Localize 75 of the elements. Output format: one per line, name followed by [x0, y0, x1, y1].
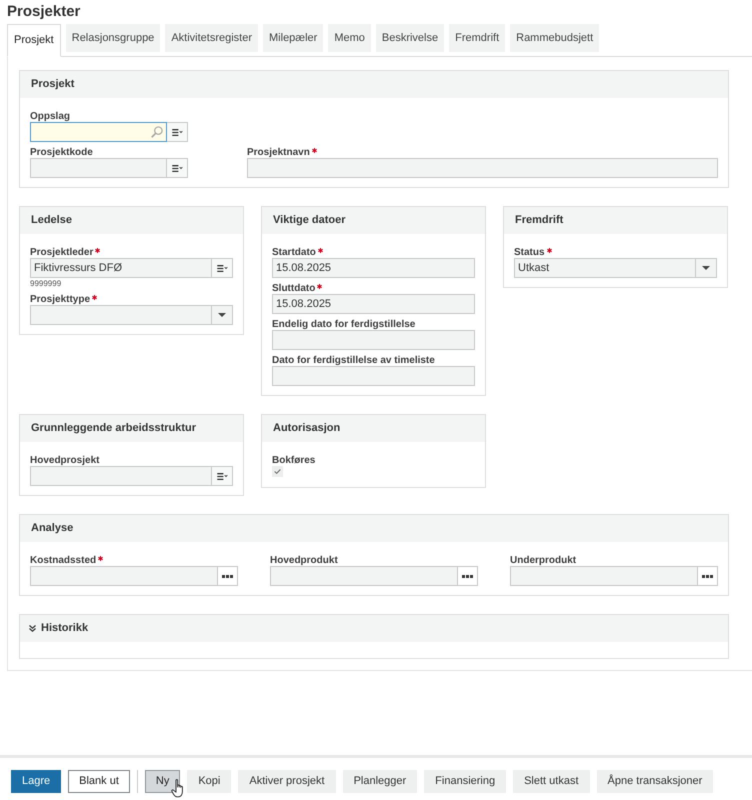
input-field[interactable] [510, 566, 698, 586]
list-button[interactable] [212, 466, 233, 486]
field-label: Underprodukt [510, 555, 576, 566]
field-label: Status [514, 247, 545, 258]
action-button[interactable]: Slett utkast [513, 770, 590, 793]
input-field[interactable] [30, 158, 167, 178]
field-label: Oppslag [30, 111, 70, 122]
tab[interactable]: Relasjonsgruppe [66, 24, 160, 52]
lookup-field[interactable] [30, 122, 167, 142]
action-button[interactable]: Åpne transaksjoner [596, 770, 714, 793]
input-field[interactable] [30, 466, 212, 486]
search-icon [151, 126, 163, 138]
tab[interactable]: Prosjekt [7, 24, 61, 57]
check-icon [274, 469, 281, 474]
list-button[interactable] [167, 122, 188, 142]
action-button[interactable]: Blank ut [68, 770, 130, 793]
action-button[interactable]: Aktiver prosjekt [238, 770, 336, 793]
field-label: Bokføres [272, 455, 316, 466]
tab[interactable]: Fremdrift [449, 24, 506, 52]
more-dots-icon [702, 574, 713, 578]
dropdown[interactable]: Utkast [514, 258, 717, 278]
list-menu-icon [172, 128, 182, 136]
caret-down-icon [218, 313, 226, 317]
section-header: Autorisasjon [262, 415, 485, 442]
input-field[interactable] [247, 158, 718, 178]
list-button[interactable] [212, 258, 233, 278]
input-field[interactable] [270, 566, 458, 586]
date-field[interactable] [272, 330, 475, 350]
tab[interactable]: Milepæler [263, 24, 324, 52]
input-field[interactable] [30, 566, 218, 586]
tab[interactable]: Beskrivelse [376, 24, 444, 52]
history-toggle[interactable]: Historikk [20, 615, 728, 642]
section-header: Ledelse [20, 207, 243, 234]
date-field[interactable] [272, 366, 475, 386]
field-label: Prosjekttype [30, 294, 90, 305]
section-header: Fremdrift [504, 207, 727, 234]
dropdown[interactable] [30, 305, 233, 325]
section-header: Grunnleggende arbeidsstruktur [20, 415, 243, 442]
list-button[interactable] [167, 158, 188, 178]
tab[interactable]: Rammebudsjett [510, 24, 600, 52]
field-label: Prosjektnavn [247, 147, 310, 158]
date-field[interactable]: 15.08.2025 [272, 258, 475, 278]
field-label: Endelig dato for ferdigstillelse [272, 319, 416, 330]
field-label: Hovedprosjekt [30, 455, 100, 466]
list-menu-icon [216, 264, 228, 272]
more-button[interactable] [698, 566, 718, 586]
caret-down-icon [702, 266, 710, 270]
field-label: Dato for ferdigstillelse av timeliste [272, 355, 435, 366]
field-label: Prosjektkode [30, 147, 93, 158]
field-label: Startdato [272, 247, 316, 258]
action-button[interactable]: Lagre [11, 770, 62, 793]
date-field[interactable]: 15.08.2025 [272, 294, 475, 314]
field-note: 9999999 [30, 279, 62, 289]
page-title: Prosjekter [7, 2, 80, 22]
more-button[interactable] [218, 566, 238, 586]
more-dots-icon [222, 574, 233, 578]
tab[interactable]: Memo [328, 24, 371, 52]
section-header: Viktige datoer [262, 207, 485, 234]
tab[interactable]: Aktivitetsregister [165, 24, 258, 52]
field-label: Hovedprodukt [270, 555, 338, 566]
action-button[interactable]: Ny [144, 770, 180, 793]
action-button[interactable]: Kopi [187, 770, 232, 793]
field-label: Sluttdato [272, 283, 316, 294]
list-menu-icon [216, 472, 228, 480]
checkbox[interactable] [272, 466, 283, 477]
input-field[interactable]: Fiktivressurs DFØ [30, 258, 212, 278]
field-label: Prosjektleder [30, 247, 94, 258]
more-dots-icon [462, 574, 473, 578]
field-label: Kostnadssted [30, 555, 96, 566]
list-menu-icon [172, 164, 182, 172]
action-button[interactable]: Finansiering [424, 770, 506, 793]
section-header: Analyse [20, 515, 728, 542]
section-header: Prosjekt [20, 71, 728, 98]
more-button[interactable] [458, 566, 478, 586]
action-button[interactable]: Planlegger [342, 770, 418, 793]
